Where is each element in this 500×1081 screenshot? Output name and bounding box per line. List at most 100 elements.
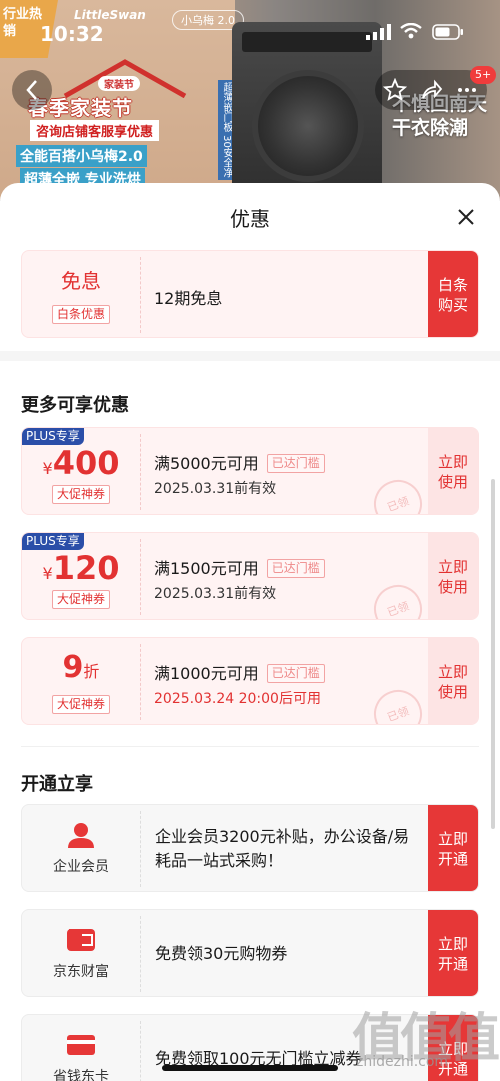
open-benefits-title: 开通立享 [21, 774, 93, 795]
coupon-sheet: 优惠 免息 白条优惠 12期免息 白条 购买 更多可享优惠 PLUS专享 ¥40… [0, 183, 500, 1081]
coupon-date: 2025.03.24 20:00后可用 [154, 691, 321, 707]
card-divider [140, 916, 141, 992]
service-name: 省钱东卡 [53, 1069, 109, 1081]
coupon-tag-wrap: 大促神券 [22, 483, 140, 504]
open-now-label: 立即 开通 [437, 830, 468, 868]
use-now-label: 立即 使用 [437, 663, 468, 701]
slogan-line-1: 全能百搭小乌梅2.0 [16, 145, 147, 167]
section-gap [0, 351, 500, 361]
battery-icon [432, 24, 463, 40]
coupon-status: 已达门槛 [266, 454, 325, 473]
use-now-label: 立即 使用 [437, 558, 468, 596]
installment-card[interactable]: 免息 白条优惠 12期免息 白条 购买 [21, 250, 479, 338]
coupon-status: 已达门槛 [266, 559, 325, 578]
installment-tag: 白条优惠 [51, 305, 110, 324]
coupon-status: 已达门槛 [266, 664, 325, 683]
sheet-title: 优惠 [230, 207, 270, 231]
washer-door [252, 70, 364, 182]
use-now-button[interactable]: 立即 使用 [428, 428, 478, 514]
card-divider [140, 257, 141, 333]
chevron-left-icon [26, 80, 37, 100]
coupon-discount-suffix: 折 [83, 662, 100, 681]
coupon-left: ¥120 大促神券 [22, 533, 140, 619]
coupon-card[interactable]: 9折 大促神券 满1000元可用 已达门槛 2025.03.24 20:00后可用… [21, 637, 479, 725]
coupon-card[interactable]: PLUS专享 ¥400 大促神券 满5000元可用 已达门槛 2025.03.31… [21, 427, 479, 515]
coupon-card[interactable]: PLUS专享 ¥120 大促神券 满1500元可用 已达门槛 2025.03.31… [21, 532, 479, 620]
service-desc: 免费领30元购物券 [155, 944, 288, 963]
message-count-badge: 5+ [470, 66, 497, 84]
installment-big-text: 免息 [61, 269, 101, 293]
baitiao-buy-button[interactable]: 白条 购买 [428, 251, 478, 337]
card-divider [140, 434, 141, 510]
installment-left: 免息 白条优惠 [22, 251, 140, 337]
coupon-left: ¥400 大促神券 [22, 428, 140, 514]
watermark-url: zhidezhi.com [356, 1054, 449, 1070]
watermark: 值值值 zhidezhi.com [352, 996, 500, 1076]
coupon-title-row: 满1500元可用 已达门槛 [154, 555, 325, 579]
close-icon[interactable] [454, 205, 478, 229]
status-bar: 10:32 [0, 14, 500, 50]
use-now-label: 立即 使用 [437, 453, 468, 491]
card-divider [140, 811, 141, 887]
scrollbar[interactable] [491, 479, 495, 829]
coupon-date: 2025.03.31前有效 [154, 586, 277, 602]
wallet-icon [67, 929, 95, 951]
share-icon[interactable] [419, 78, 443, 102]
installment-tag-wrap: 白条优惠 [22, 303, 140, 324]
coupon-tag: 大促神券 [51, 695, 110, 714]
claimed-stamp: 已领 [367, 473, 429, 514]
open-now-button[interactable]: 立即 开通 [428, 910, 478, 996]
star-icon[interactable] [383, 78, 407, 102]
use-now-button[interactable]: 立即 使用 [428, 638, 478, 724]
coupon-amount-value: 400 [52, 444, 120, 482]
claimed-stamp: 已领 [367, 683, 429, 724]
coupon-date: 2025.03.31前有效 [154, 481, 277, 497]
card-divider [140, 539, 141, 615]
dry-slogan-line-2: 干衣除潮 [392, 117, 469, 139]
coupon-currency: ¥ [42, 564, 53, 583]
coupon-title: 满1000元可用 [154, 664, 259, 683]
coupon-amount: 9折 [22, 650, 140, 685]
section-divider [21, 746, 479, 747]
use-now-button[interactable]: 立即 使用 [428, 533, 478, 619]
wifi-icon [400, 23, 422, 39]
card-icon [67, 1035, 95, 1055]
cell-signal-icon [366, 24, 391, 40]
coupon-title-row: 满1000元可用 已达门槛 [154, 660, 325, 684]
service-card[interactable]: 京东财富 免费领30元购物券 立即 开通 [21, 909, 479, 997]
coupon-amount: ¥120 [22, 549, 140, 587]
card-divider [140, 644, 141, 720]
coupon-tag-wrap: 大促神券 [22, 693, 140, 714]
service-card[interactable]: 企业会员 企业会员3200元补贴，办公设备/易耗品一站式采购！ 立即 开通 [21, 804, 479, 892]
coupon-amount-value: 120 [52, 549, 120, 587]
status-time: 10:32 [40, 22, 104, 46]
coupon-amount: ¥400 [22, 444, 140, 482]
baitiao-buy-label: 白条 购买 [437, 276, 468, 314]
coupon-amount-value: 9 [62, 650, 84, 685]
service-desc: 企业会员3200元补贴，办公设备/易耗品一站式采购！ [155, 827, 410, 870]
card-divider [140, 1021, 141, 1081]
back-button[interactable] [12, 70, 52, 110]
coupon-title: 满5000元可用 [154, 454, 259, 473]
coupon-title-row: 满5000元可用 已达门槛 [154, 450, 325, 474]
claimed-stamp: 已领 [367, 578, 429, 619]
service-name: 企业会员 [53, 859, 109, 875]
coupon-currency: ¥ [42, 459, 53, 478]
open-now-label: 立即 开通 [437, 935, 468, 973]
more-offers-title: 更多可享优惠 [21, 395, 129, 416]
service-name: 京东财富 [53, 964, 109, 980]
enterprise-member-icon [68, 823, 94, 848]
service-left: 京东财富 [22, 910, 140, 996]
installment-text: 12期免息 [154, 289, 223, 308]
home-indicator[interactable] [162, 1065, 338, 1071]
coupon-tag-wrap: 大促神券 [22, 588, 140, 609]
consult-text: 咨询店铺客服享优惠 [30, 120, 160, 141]
coupon-left: 9折 大促神券 [22, 638, 140, 724]
coupon-tag: 大促神券 [51, 485, 110, 504]
open-now-button[interactable]: 立即 开通 [428, 805, 478, 891]
coupon-tag: 大促神券 [51, 590, 110, 609]
service-left: 省钱东卡 [22, 1015, 140, 1081]
coupon-title: 满1500元可用 [154, 559, 259, 578]
festival-badge: 家装节 [98, 76, 140, 91]
service-left: 企业会员 [22, 805, 140, 891]
